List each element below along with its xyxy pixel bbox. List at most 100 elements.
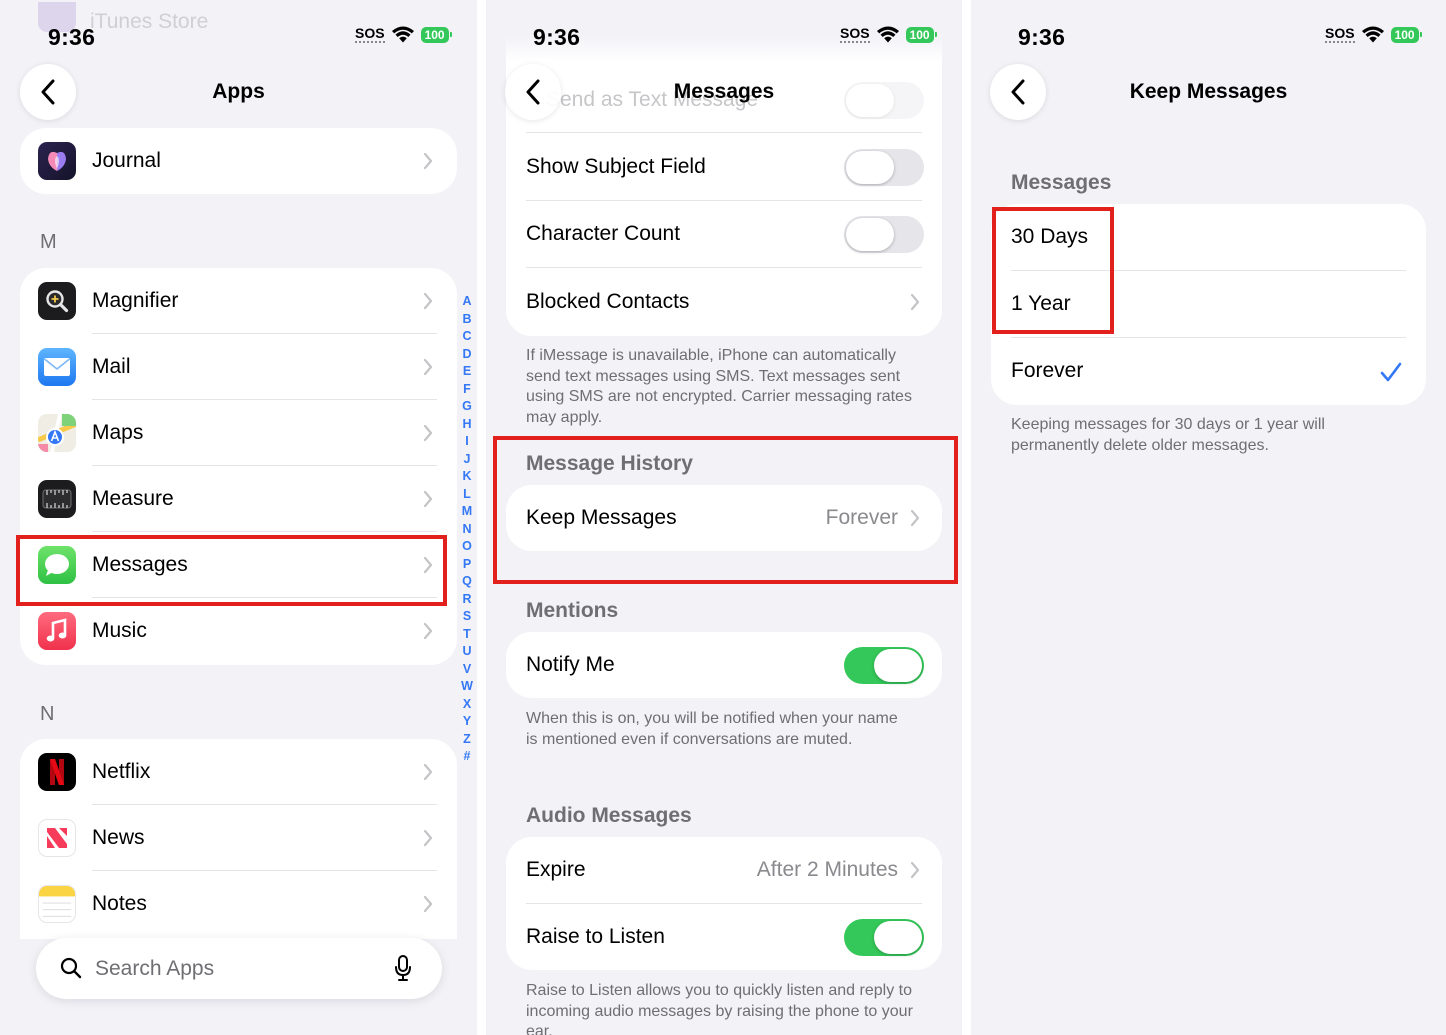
keep-messages-value: Forever (825, 506, 898, 529)
index-letter[interactable]: U (462, 643, 471, 661)
row-notify-me[interactable]: Notify Me (506, 632, 942, 698)
row-show-subject-field[interactable]: Show Subject Field (506, 134, 942, 200)
index-letter[interactable]: B (462, 311, 471, 329)
chevron-right-icon (423, 763, 433, 781)
message-history-card: Keep Messages Forever (506, 485, 942, 551)
index-letter[interactable]: K (462, 468, 471, 486)
index-letter[interactable]: T (463, 626, 471, 644)
option-30-days[interactable]: 30 Days (991, 204, 1426, 270)
audio-messages-card: Expire After 2 Minutes Raise to Listen (506, 837, 942, 970)
row-raise-to-listen[interactable]: Raise to Listen (506, 904, 942, 970)
status-time: 9:36 (48, 24, 96, 50)
index-letter[interactable]: J (464, 451, 471, 469)
list-item-label: News (92, 826, 145, 849)
index-letter[interactable]: C (462, 328, 471, 346)
row-separator (526, 267, 922, 268)
index-letter[interactable]: O (462, 538, 472, 556)
wifi-icon (876, 26, 899, 43)
index-letter[interactable]: F (463, 381, 471, 399)
list-item-notes[interactable]: Notes (20, 871, 457, 937)
index-letter[interactable]: X (463, 696, 471, 714)
row-character-count[interactable]: Character Count (506, 201, 942, 267)
row-label: Notify Me (526, 653, 615, 676)
index-letter[interactable]: E (463, 363, 471, 381)
mentions-footer-text: When this is on, you will be notified wh… (526, 710, 898, 748)
wifi-icon (391, 26, 414, 43)
magnifier-icon (38, 282, 76, 320)
audio-messages-header: Audio Messages (526, 804, 692, 827)
option-1-year[interactable]: 1 Year (991, 271, 1426, 337)
status-indicators: SOS 100 (840, 25, 937, 43)
keep-messages-panel: 9:36 SOS 100 Keep Messages Messages 30 D… (971, 0, 1446, 1035)
microphone-icon[interactable] (394, 955, 412, 982)
index-letter[interactable]: P (463, 556, 471, 574)
journal-icon (38, 142, 76, 180)
sos-indicator: SOS (355, 25, 385, 43)
list-item-netflix[interactable]: Netflix (20, 739, 457, 805)
option-forever[interactable]: Forever (991, 338, 1426, 404)
character-count-toggle[interactable] (844, 215, 924, 253)
index-letter[interactable]: S (463, 608, 471, 626)
battery-indicator: 100 (420, 26, 452, 43)
list-item-journal[interactable]: Journal (20, 128, 457, 194)
audio-footer-text: Raise to Listen allows you to quickly li… (526, 982, 913, 1035)
notify-me-toggle[interactable] (844, 646, 924, 684)
alphabet-index[interactable]: A B C D E F G H I J K L M N O P Q R S T … (458, 293, 476, 766)
row-keep-messages[interactable]: Keep Messages Forever (506, 485, 942, 551)
page-title: Messages (673, 80, 775, 103)
keep-messages-footer-text: Keeping messages for 30 days or 1 year w… (1011, 416, 1325, 454)
list-item-label: Messages (92, 553, 188, 576)
row-label: Blocked Contacts (526, 290, 690, 313)
status-indicators: SOS 100 (355, 25, 452, 43)
option-label: 1 Year (1011, 292, 1071, 315)
section-n-card: Netflix News Notes (20, 739, 457, 939)
status-time: 9:36 (1018, 24, 1066, 50)
sos-indicator: SOS (840, 25, 870, 43)
wifi-icon (1361, 26, 1384, 43)
index-letter[interactable]: N (462, 521, 471, 539)
index-letter[interactable]: L (463, 486, 471, 504)
index-letter[interactable]: H (462, 416, 471, 434)
mail-icon (38, 348, 76, 386)
index-letter[interactable]: # (464, 748, 471, 766)
chevron-right-icon (910, 861, 920, 879)
news-icon (38, 819, 76, 857)
row-label: Expire (526, 858, 586, 881)
list-item-news[interactable]: News (20, 805, 457, 871)
measure-icon (38, 480, 76, 518)
row-blocked-contacts[interactable]: Blocked Contacts (506, 269, 942, 335)
search-bar[interactable]: Search Apps (36, 938, 442, 999)
search-input[interactable]: Search Apps (95, 957, 214, 981)
maps-icon (38, 414, 76, 452)
message-history-header: Message History (526, 452, 693, 475)
index-letter[interactable]: W (461, 678, 473, 696)
chevron-right-icon (423, 556, 433, 574)
raise-to-listen-toggle[interactable] (844, 918, 924, 956)
index-letter[interactable]: G (462, 398, 472, 416)
mentions-header: Mentions (526, 599, 619, 622)
list-item-messages[interactable]: Messages (20, 532, 457, 598)
index-letter[interactable]: A (462, 293, 471, 311)
index-letter[interactable]: V (463, 661, 471, 679)
chevron-right-icon (423, 829, 433, 847)
list-item-magnifier[interactable]: Magnifier (20, 268, 457, 334)
index-letter[interactable]: I (465, 433, 468, 451)
index-letter[interactable]: M (462, 503, 472, 521)
index-letter[interactable]: Y (463, 713, 471, 731)
index-letter[interactable]: R (462, 591, 471, 609)
index-letter[interactable]: Q (462, 573, 472, 591)
row-label: Character Count (526, 222, 681, 245)
list-item-label: Journal (92, 149, 161, 172)
list-item-mail[interactable]: Mail (20, 334, 457, 400)
list-item-maps[interactable]: Maps (20, 400, 457, 466)
row-label: Raise to Listen (526, 925, 665, 948)
index-letter[interactable]: Z (463, 731, 471, 749)
chevron-right-icon (423, 358, 433, 376)
row-separator (526, 132, 922, 133)
page-title: Apps (212, 80, 265, 103)
row-expire[interactable]: Expire After 2 Minutes (506, 837, 942, 903)
show-subject-field-toggle[interactable] (844, 148, 924, 186)
list-item-music[interactable]: Music (20, 598, 457, 664)
list-item-measure[interactable]: Measure (20, 466, 457, 532)
index-letter[interactable]: D (462, 346, 471, 364)
